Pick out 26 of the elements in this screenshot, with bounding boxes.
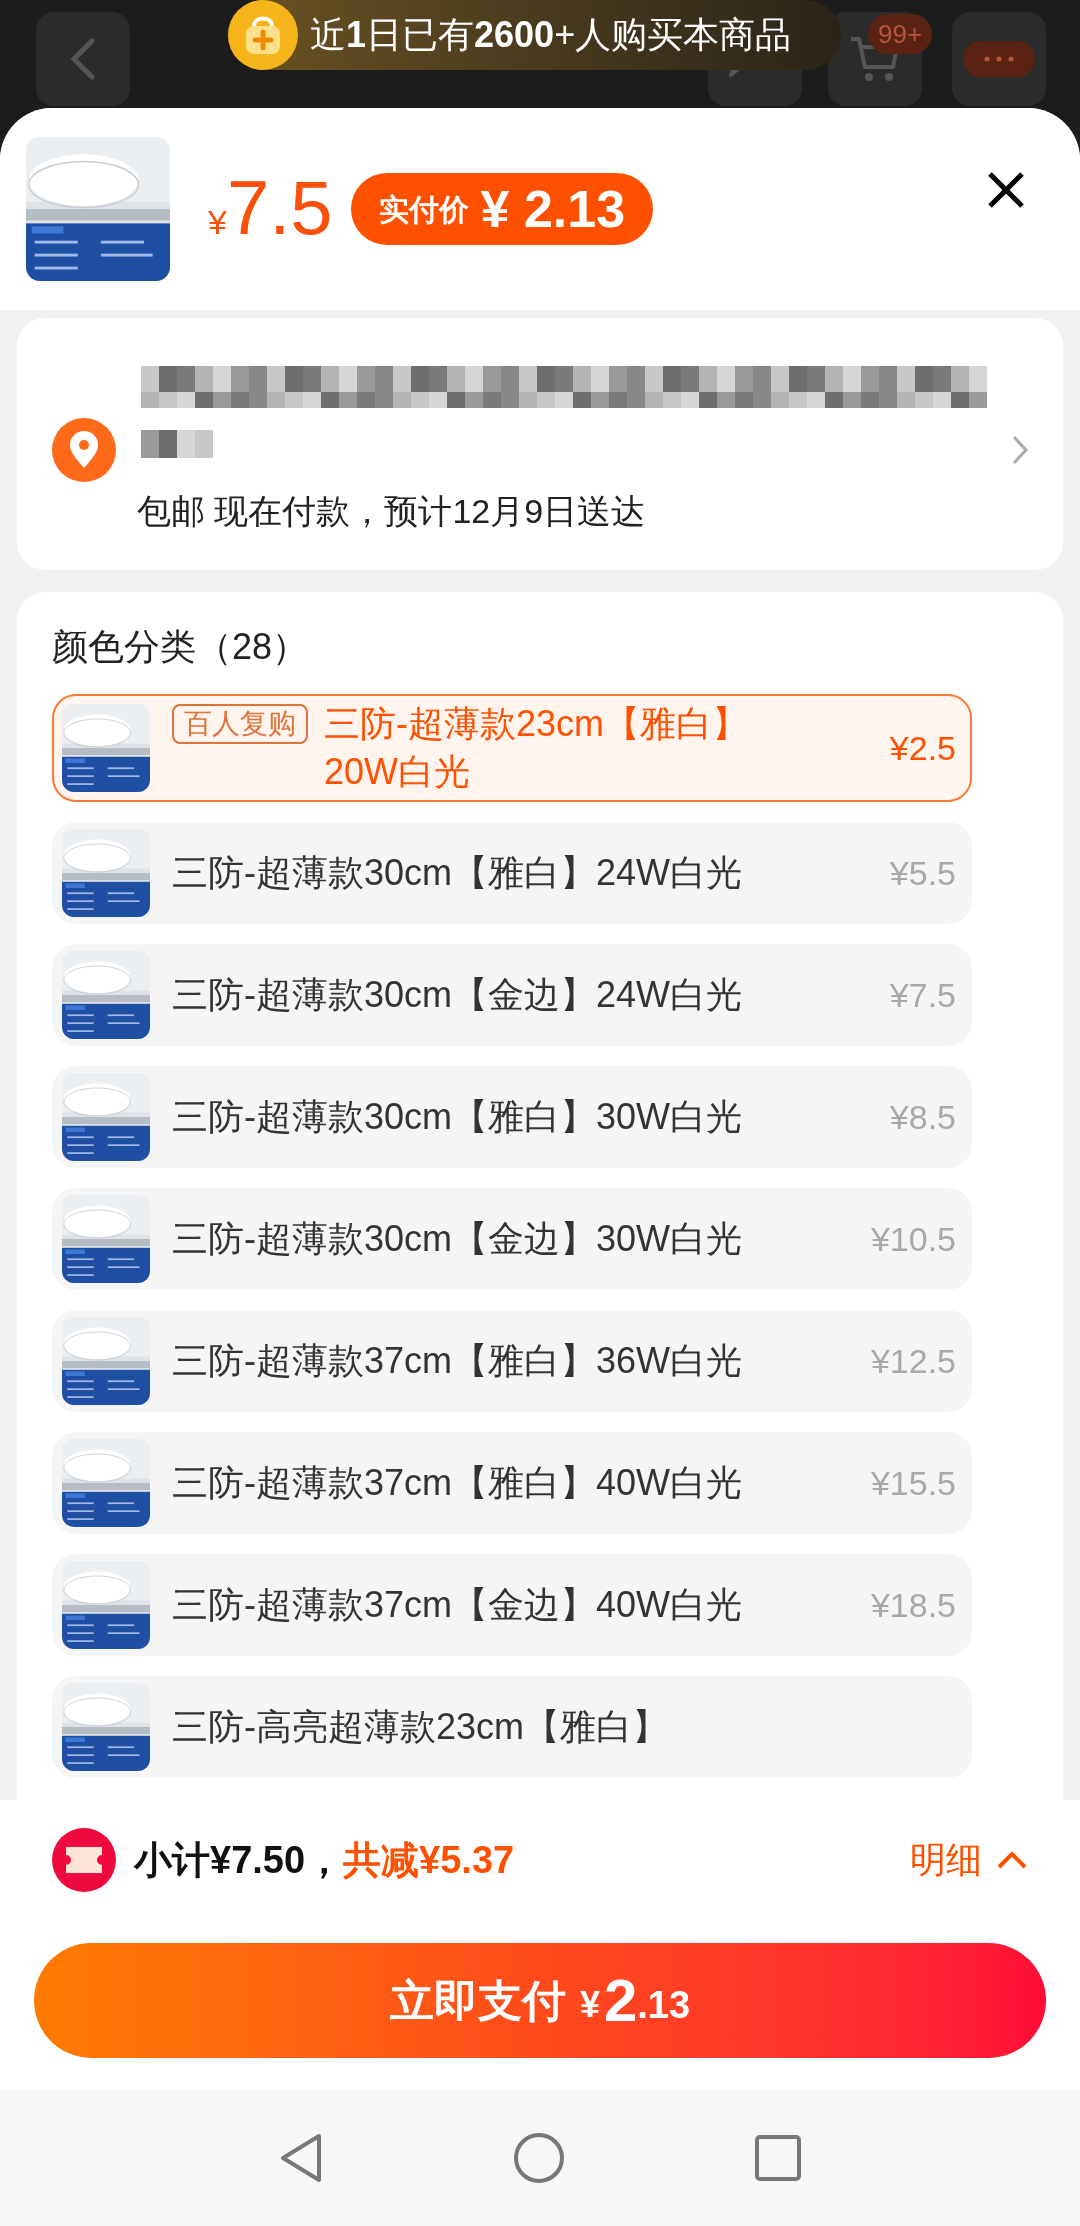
purchase-count-text: 近1日已有2600+人购买本商品 [310, 13, 792, 57]
variant-name: 三防-超薄款37cm【雅白】40W白光 [172, 1461, 743, 1505]
discount-text: 共减¥5.37 [343, 1837, 515, 1883]
repurchase-tag: 百人复购 [172, 704, 308, 744]
variant-name: 三防-高亮超薄款23cm【雅白】 [172, 1705, 669, 1749]
variant-price: ¥2.5 [889, 727, 956, 769]
delivery-info: 包邮 现在付款，预计12月9日送达 [137, 491, 646, 532]
final-price-badge: 实付价 ¥ 2.13 [350, 173, 654, 245]
subtotal-text: 小计¥7.50， [134, 1837, 344, 1883]
variant-name: 三防-超薄款30cm【金边】24W白光 [172, 973, 743, 1017]
variant-name: 三防-超薄款30cm【雅白】24W白光 [172, 851, 743, 895]
variant-name: 三防-超薄款23cm【雅白】20W白光 [324, 702, 750, 794]
variant-name: 三防-超薄款37cm【雅白】36W白光 [172, 1339, 743, 1383]
variant-price: ¥12.5 [870, 1340, 956, 1382]
price: ¥7.5 [208, 170, 333, 248]
variant-name: 三防-超薄款30cm【雅白】30W白光 [172, 1095, 743, 1139]
variant-price: ¥7.5 [889, 974, 956, 1016]
variant-price: ¥18.5 [870, 1584, 956, 1626]
variant-name: 三防-超薄款30cm【金边】30W白光 [172, 1217, 743, 1261]
variant-price: ¥5.5 [889, 852, 956, 894]
variant-price: ¥10.5 [870, 1218, 956, 1260]
cart-count-badge: 99+ [868, 14, 933, 54]
variant-name: 三防-超薄款37cm【金边】40W白光 [172, 1583, 743, 1627]
variant-price: ¥15.5 [870, 1462, 956, 1504]
section-title: 颜色分类（28） [52, 625, 310, 669]
variant-price: ¥8.5 [889, 1096, 956, 1138]
